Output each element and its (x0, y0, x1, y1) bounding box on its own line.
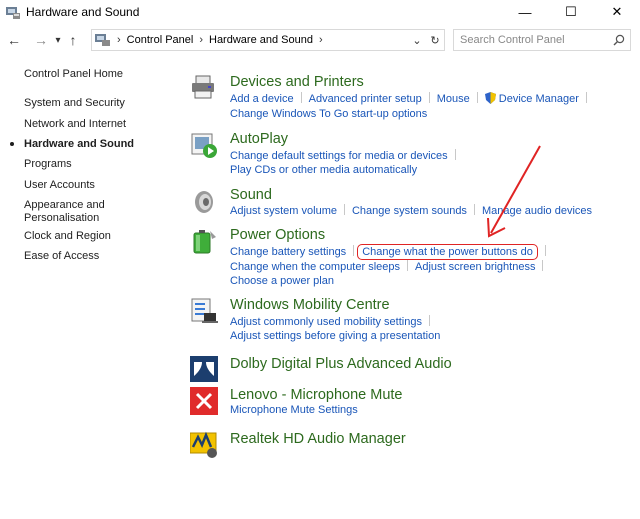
annotation-arrow (487, 145, 541, 238)
